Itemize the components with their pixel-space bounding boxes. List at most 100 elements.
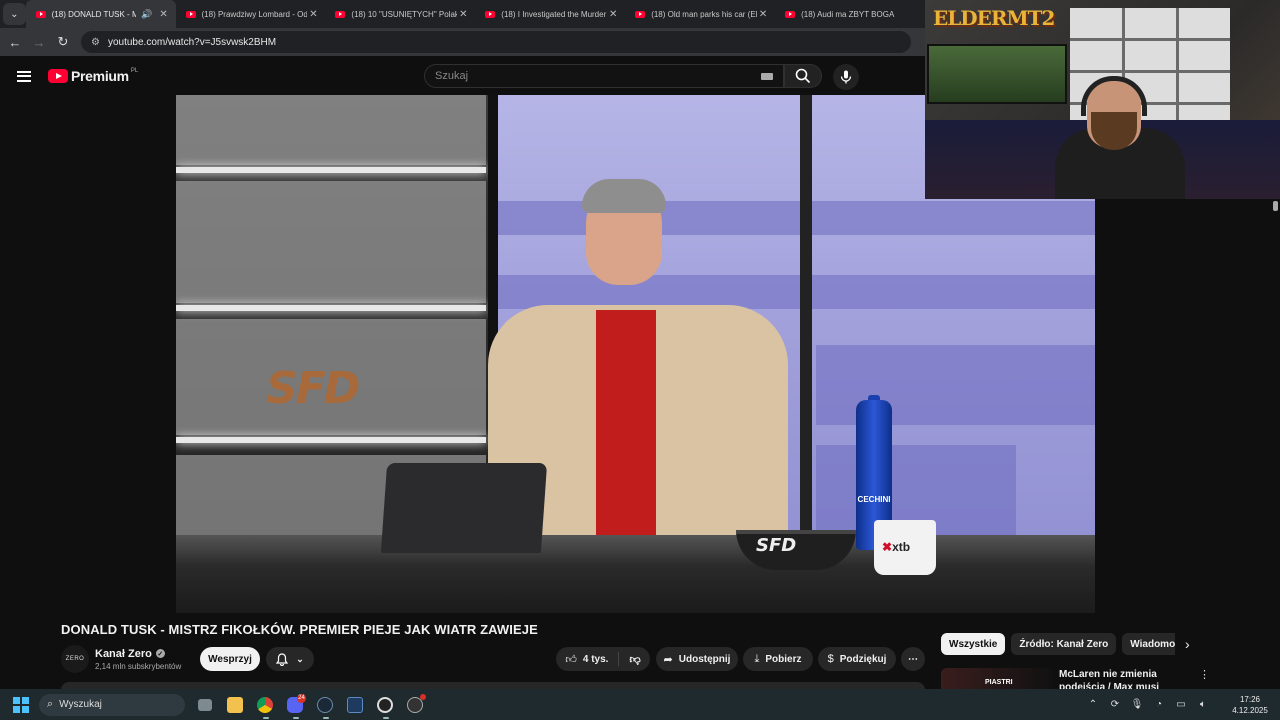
taskbar: ⌕ Wyszukaj 24 ⌃ ⟳ 🎙︎ ◔ ▭ 🔈︎ 17:26 4.12.2… xyxy=(0,689,1280,720)
bottle-label: CECHINI xyxy=(857,495,891,504)
youtube-favicon-icon xyxy=(335,10,346,18)
laptop xyxy=(380,463,548,553)
share-label: Udostępnij xyxy=(678,653,731,665)
speaker-icon[interactable]: 🔊 xyxy=(141,9,152,20)
download-button[interactable]: ⤓ Pobierz xyxy=(743,647,813,671)
url-field[interactable]: ⚙ youtube.com/watch?v=J5svwsk2BHM xyxy=(81,31,911,53)
share-icon: ➦ xyxy=(663,653,673,666)
discord-icon[interactable]: 24 xyxy=(281,691,309,719)
scrollbar-thumb[interactable] xyxy=(1273,201,1278,211)
taskbar-search-text: Wyszukaj xyxy=(59,699,102,710)
chrome-icon[interactable] xyxy=(251,691,279,719)
network-icon[interactable]: ◔ xyxy=(1148,699,1170,710)
share-button[interactable]: ➦ Udostępnij xyxy=(656,647,738,671)
url-text: youtube.com/watch?v=J5svwsk2BHM xyxy=(107,36,277,48)
notifications-button[interactable]: ⌄ xyxy=(266,647,314,671)
channel-name-row[interactable]: Kanał Zero ✓ xyxy=(95,648,181,660)
close-tab-icon[interactable]: ✕ xyxy=(307,9,319,20)
chevron-up-icon[interactable]: ⌃ xyxy=(1082,699,1104,710)
close-tab-icon[interactable]: ✕ xyxy=(457,9,469,20)
microphone-icon xyxy=(840,70,852,84)
like-dislike-group: 👍︎ 4 tys. 👎︎ xyxy=(556,647,650,671)
webcam-overlay: ELDERMT2 xyxy=(925,0,1280,199)
more-actions-button[interactable]: ⋯ xyxy=(901,647,925,671)
sfd-wall-logo: SFD xyxy=(266,363,360,414)
tab-title: (18) Prawdziwy Lombard - Odc xyxy=(201,9,308,19)
subscriber-count: 2,14 mln subskrybentów xyxy=(95,661,182,671)
chevron-right-icon[interactable]: › xyxy=(1185,636,1190,652)
search-icon: ⌕ xyxy=(47,698,54,710)
browser-tab[interactable]: (18) DONALD TUSK - MISTRZ 🔊 ✕ xyxy=(25,0,176,28)
channel-name[interactable]: Kanał Zero xyxy=(95,648,152,660)
thanks-icon: $ xyxy=(827,653,834,665)
youtube-favicon-icon xyxy=(185,10,196,18)
menu-icon[interactable] xyxy=(17,68,31,84)
verified-icon: ✓ xyxy=(155,649,165,658)
task-view-icon[interactable] xyxy=(191,691,219,719)
youtube-favicon-icon xyxy=(485,10,496,18)
back-icon[interactable]: ← xyxy=(3,35,27,50)
studio-desk xyxy=(176,535,1095,613)
browser-tab[interactable]: (18) Old man parks his car (ENG ✕ xyxy=(625,0,775,28)
search-input[interactable] xyxy=(435,70,735,82)
search-button[interactable] xyxy=(784,64,822,88)
more-vertical-icon[interactable]: ⋮ xyxy=(1199,668,1210,681)
tab-title: (18) Audi ma ZBYT BOGA xyxy=(801,9,895,19)
clock-date: 4.12.2025 xyxy=(1232,705,1268,715)
app-icon[interactable] xyxy=(401,691,429,719)
keyboard-icon[interactable] xyxy=(761,73,773,80)
like-icon[interactable]: 👍︎ xyxy=(565,653,577,666)
browser-tab[interactable]: (18) Audi ma ZBYT BOGA xyxy=(775,0,925,28)
youtube-favicon-icon xyxy=(635,10,646,18)
youtube-favicon-icon xyxy=(785,10,796,18)
channel-avatar[interactable]: ZERO xyxy=(61,645,89,673)
taskbar-search[interactable]: ⌕ Wyszukaj xyxy=(39,693,185,716)
youtube-logo[interactable]: Premium PL xyxy=(48,68,138,84)
clock[interactable]: 17:26 4.12.2025 xyxy=(1220,694,1280,716)
like-count[interactable]: 4 tys. xyxy=(583,654,609,665)
page-scrollbar[interactable] xyxy=(1271,199,1280,689)
browser-tab[interactable]: (18) I Investigated the Murder ✕ xyxy=(475,0,625,28)
youtube-favicon-icon xyxy=(35,10,46,18)
tab-title: (18) Old man parks his car (ENG xyxy=(651,9,758,19)
empty-side-area xyxy=(1095,199,1280,613)
thanks-button[interactable]: $ Podziękuj xyxy=(818,647,896,671)
forward-icon[interactable]: → xyxy=(27,35,51,50)
tab-search-button[interactable]: ⌄ xyxy=(3,3,26,25)
support-button[interactable]: Wesprzyj xyxy=(200,647,260,671)
site-info-icon[interactable]: ⚙ xyxy=(91,37,100,48)
youtube-header: Premium PL xyxy=(0,56,925,96)
close-tab-icon[interactable]: ✕ xyxy=(757,9,769,20)
chip-source[interactable]: Źródło: Kanał Zero xyxy=(1011,633,1117,655)
close-tab-icon[interactable]: ✕ xyxy=(158,9,170,20)
recommended-thumbnail[interactable]: PIASTRI xyxy=(941,668,1053,689)
chip-all[interactable]: Wszystkie xyxy=(941,633,1006,655)
browser-tab[interactable]: (18) 10 "USUNIĘTYCH" Polaków ✕ xyxy=(325,0,475,28)
recommended-title[interactable]: McLaren nie zmienia podejścia / Max musi… xyxy=(1059,668,1197,689)
tab-title: (18) I Investigated the Murder xyxy=(501,9,607,19)
windows-start-icon[interactable] xyxy=(13,696,29,713)
browser-tab[interactable]: (18) Prawdziwy Lombard - Odc ✕ xyxy=(176,0,326,28)
app-icon[interactable] xyxy=(341,691,369,719)
thanks-label: Podziękuj xyxy=(839,653,887,665)
chip-news[interactable]: Wiadomości ze xyxy=(1122,633,1175,655)
aquarium xyxy=(927,44,1067,104)
youtube-play-icon xyxy=(48,69,68,83)
recommended-video[interactable]: PIASTRI McLaren nie zmienia podejścia / … xyxy=(941,667,1211,689)
logo-text: Premium xyxy=(71,68,129,84)
tab-title: (18) DONALD TUSK - MISTRZ xyxy=(51,9,137,19)
steam-icon[interactable] xyxy=(311,691,339,719)
search-icon xyxy=(795,68,811,84)
dislike-icon[interactable]: 👎︎ xyxy=(629,653,640,666)
obs-icon[interactable] xyxy=(371,691,399,719)
bell-icon xyxy=(276,652,289,666)
file-explorer-icon[interactable] xyxy=(221,691,249,719)
display-icon[interactable]: ▭ xyxy=(1170,699,1192,710)
microphone-icon[interactable]: 🎙︎ xyxy=(1126,699,1148,710)
volume-icon[interactable]: 🔈︎ xyxy=(1192,699,1214,710)
voice-search-button[interactable] xyxy=(833,64,859,90)
reload-icon[interactable]: ↻ xyxy=(51,34,75,50)
bowl-logo: SFD xyxy=(756,535,797,556)
close-tab-icon[interactable]: ✕ xyxy=(607,9,619,20)
sync-icon[interactable]: ⟳ xyxy=(1104,699,1126,710)
